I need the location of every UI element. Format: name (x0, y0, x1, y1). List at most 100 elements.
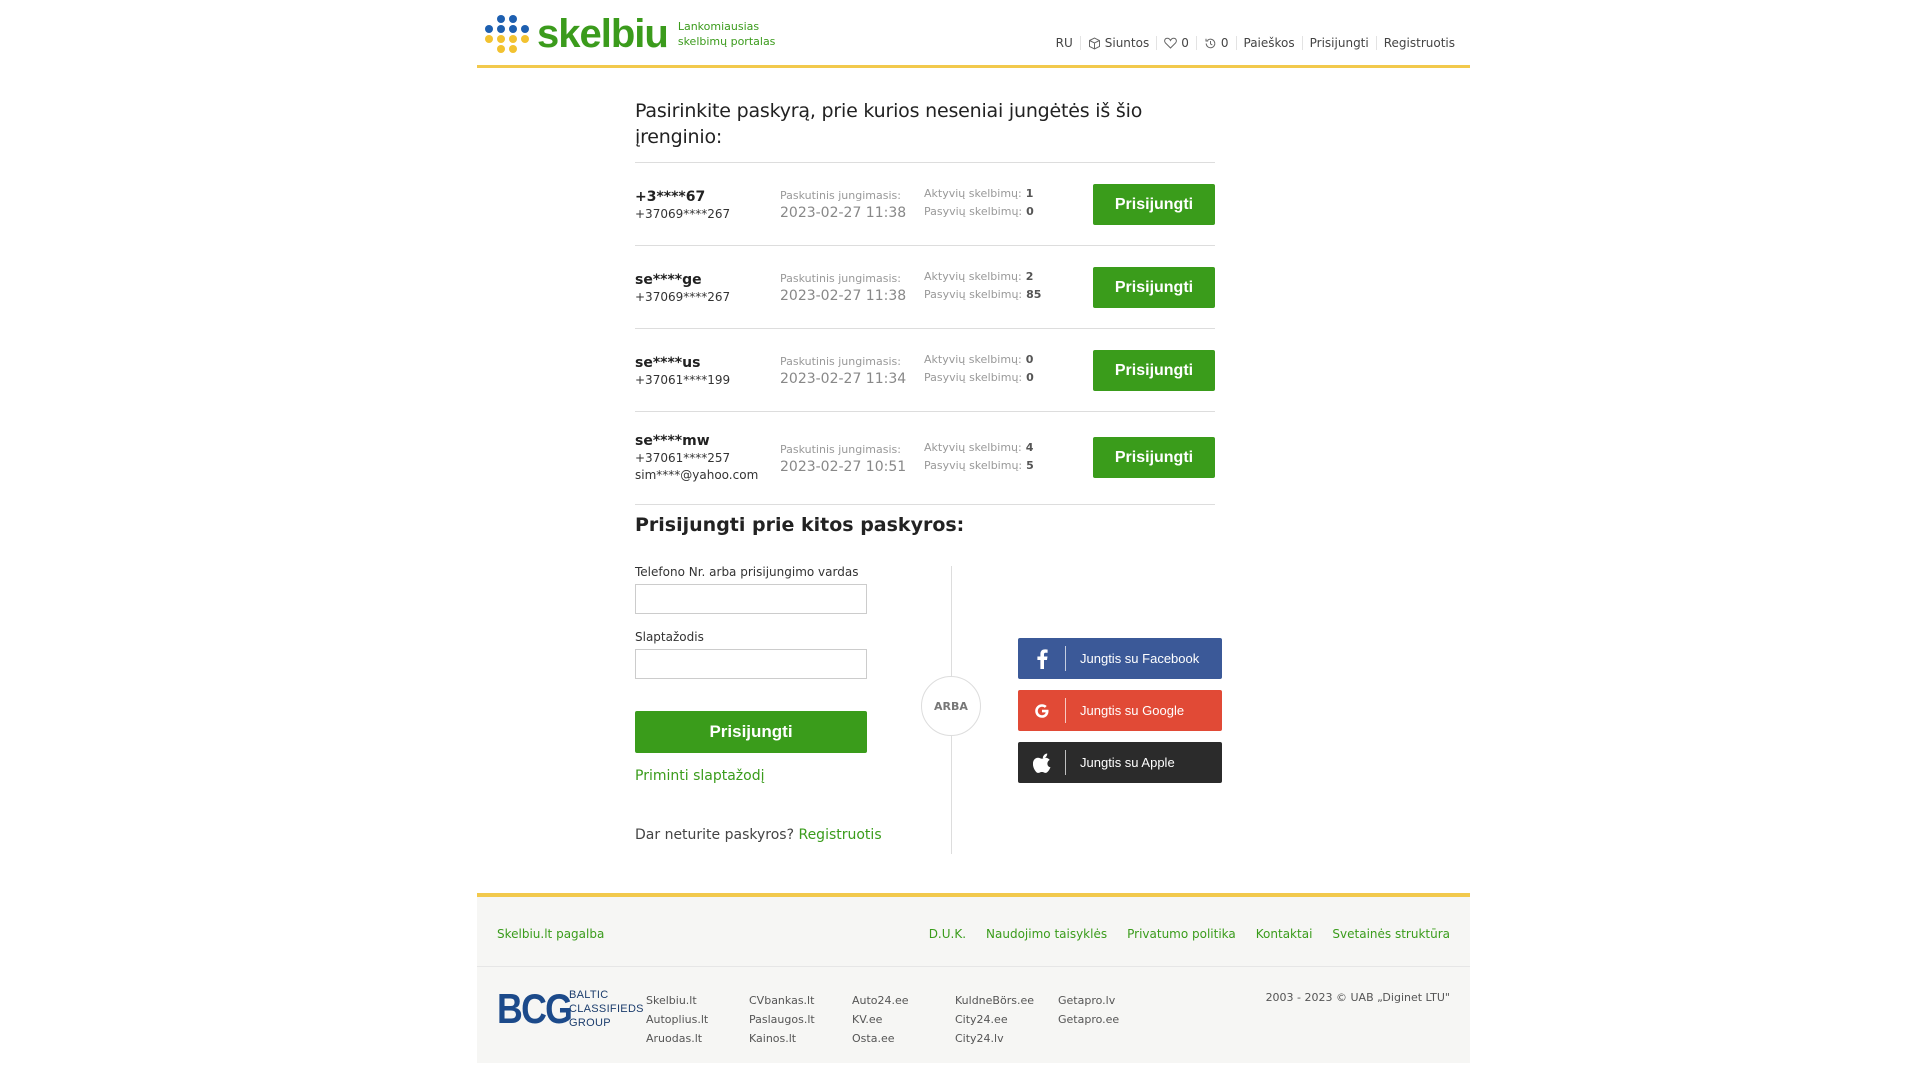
or-badge: ARBA (921, 676, 981, 736)
apple-icon (1018, 742, 1066, 783)
account-email: sim****@yahoo.com (635, 468, 759, 482)
footer-site-link[interactable]: Osta.ee (852, 1029, 909, 1048)
other-login-section: Prisijungti prie kitos paskyros: Telefon… (635, 512, 1435, 854)
account-row: se****mw +37061****257 sim****@yahoo.com… (635, 412, 1215, 505)
footer-sites-column: Getapro.lv Getapro.ee (1058, 991, 1119, 1029)
package-icon (1088, 36, 1100, 50)
register-link[interactable]: Registruotis (798, 827, 881, 843)
recent-accounts-title: Pasirinkite paskyrą, prie kurios nesenia… (635, 100, 1143, 148)
footer-site-link[interactable]: Skelbiu.lt (646, 991, 708, 1010)
apple-login-label: Jungtis su Apple (1080, 755, 1175, 770)
facebook-login-button[interactable]: Jungtis su Facebook (1018, 638, 1222, 679)
account-login-button[interactable]: Prisijungti (1093, 437, 1215, 478)
username-label: Telefono Nr. arba prisijungimo vardas (635, 565, 859, 579)
footer-site-link[interactable]: KuldneBörs.ee (955, 991, 1034, 1010)
active-ads-stat: Aktyvių skelbimų: 4 (924, 441, 1033, 454)
passive-ads-label: Pasyvių skelbimų: (924, 459, 1023, 472)
active-ads-stat: Aktyvių skelbimų: 2 (924, 270, 1033, 283)
footer-site-link[interactable]: Aruodas.lt (646, 1029, 708, 1048)
active-ads-label: Aktyvių skelbimų: (924, 353, 1022, 366)
footer-site-link[interactable]: Getapro.lv (1058, 991, 1119, 1010)
active-ads-count: 0 (1025, 353, 1034, 366)
passive-ads-stat: Pasyvių skelbimų: 0 (924, 205, 1034, 218)
active-ads-stat: Aktyvių skelbimų: 1 (924, 187, 1033, 200)
account-username: se****mw (635, 433, 710, 449)
footer-sites-column: KuldneBörs.ee City24.ee City24.lv (955, 991, 1034, 1048)
footer-link-sitemap[interactable]: Svetainės struktūra (1332, 927, 1450, 941)
footer-site-link[interactable]: City24.lv (955, 1029, 1034, 1048)
account-row: se****us +37061****199 Paskutinis jungim… (635, 329, 1215, 412)
account-phone: +37069****267 (635, 290, 731, 304)
footer-link-faq[interactable]: D.U.K. (929, 927, 966, 941)
account-list: +3****67 +37069****267 Paskutinis jungim… (635, 162, 1215, 505)
last-login-value: 2023-02-27 11:38 (780, 205, 907, 221)
bcg-text-line: BALTIC (569, 989, 609, 1001)
site-header: skelbiu Lankomiausias skelbimų portalas … (477, 0, 1470, 68)
nav-searches[interactable]: Paieškos (1235, 36, 1302, 50)
footer-sites-column: Skelbiu.lt Autoplius.lt Aruodas.lt (646, 991, 708, 1048)
footer-link-terms[interactable]: Naudojimo taisyklės (986, 927, 1107, 941)
passive-ads-stat: Pasyvių skelbimų: 5 (924, 459, 1034, 472)
google-login-button[interactable]: Jungtis su Google (1018, 690, 1222, 731)
active-ads-count: 4 (1025, 441, 1034, 454)
favorites-count: 0 (1181, 36, 1189, 50)
footer-site-link[interactable]: City24.ee (955, 1010, 1034, 1029)
footer-site-link[interactable]: Autoplius.lt (646, 1010, 708, 1029)
footer-site-link[interactable]: CVbankas.lt (749, 991, 815, 1010)
nav-favorites[interactable]: 0 (1156, 36, 1196, 50)
remind-password-link[interactable]: Priminti slaptažodį (635, 768, 764, 784)
last-login-value: 2023-02-27 11:38 (780, 288, 907, 304)
bcg-text-line: GROUP (569, 1017, 611, 1029)
account-login-button[interactable]: Prisijungti (1093, 350, 1215, 391)
logo-wordmark: skelbiu (537, 12, 669, 56)
last-login-label: Paskutinis jungimasis: (780, 355, 901, 368)
history-icon (1205, 38, 1216, 48)
password-label: Slaptažodis (635, 630, 704, 644)
footer-site-link[interactable]: Getapro.ee (1058, 1010, 1119, 1029)
footer-help-link[interactable]: Skelbiu.lt pagalba (497, 927, 604, 941)
footer-site-link[interactable]: Auto24.ee (852, 991, 909, 1010)
active-ads-label: Aktyvių skelbimų: (924, 187, 1022, 200)
footer-sites-column: Auto24.ee KV.ee Osta.ee (852, 991, 909, 1048)
nav-register[interactable]: Registruotis (1375, 36, 1462, 50)
active-ads-label: Aktyvių skelbimų: (924, 441, 1022, 454)
nav-shipments[interactable]: Siuntos (1079, 36, 1156, 50)
bcg-mark: BCG (497, 985, 573, 1032)
history-count: 0 (1220, 36, 1229, 50)
tagline-line: skelbimų portalas (677, 35, 776, 48)
google-icon (1018, 690, 1066, 731)
last-login-value: 2023-02-27 11:34 (780, 371, 907, 387)
login-submit-button[interactable]: Prisijungti (635, 711, 867, 753)
footer-link-privacy[interactable]: Privatumo politika (1127, 927, 1236, 941)
footer-site-link[interactable]: KV.ee (852, 1010, 909, 1029)
footer-site-link[interactable]: Paslaugos.lt (749, 1010, 815, 1029)
no-account-label: Dar neturite paskyros? (635, 827, 795, 843)
footer-link-contacts[interactable]: Kontaktai (1256, 927, 1313, 941)
nav-language[interactable]: RU (1049, 36, 1080, 50)
footer-site-link[interactable]: Kainos.lt (749, 1029, 815, 1048)
no-account-text: Dar neturite paskyros? Registruotis (635, 827, 882, 843)
google-login-label: Jungtis su Google (1080, 703, 1185, 718)
bcg-text: BALTIC CLASSIFIEDS GROUP (569, 988, 644, 1030)
heart-icon (1164, 37, 1178, 49)
passive-ads-count: 0 (1026, 205, 1034, 218)
nav-login[interactable]: Prisijungti (1301, 36, 1376, 50)
footer-sites-column: CVbankas.lt Paslaugos.lt Kainos.lt (749, 991, 815, 1048)
passive-ads-label: Pasyvių skelbimų: (924, 288, 1023, 301)
bcg-logo[interactable]: BCG BALTIC CLASSIFIEDS GROUP (497, 987, 644, 1031)
account-login-button[interactable]: Prisijungti (1093, 184, 1215, 225)
active-ads-label: Aktyvių skelbimų: (924, 270, 1022, 283)
last-login-label: Paskutinis jungimasis: (780, 443, 901, 456)
apple-login-button[interactable]: Jungtis su Apple (1018, 742, 1222, 783)
passive-ads-stat: Pasyvių skelbimų: 0 (924, 371, 1034, 384)
site-footer: Skelbiu.lt pagalba D.U.K. Naudojimo tais… (477, 893, 1470, 1063)
last-login-value: 2023-02-27 10:51 (780, 459, 907, 475)
passive-ads-label: Pasyvių skelbimų: (924, 205, 1023, 218)
account-phone: +37061****199 (635, 373, 731, 387)
nav-history[interactable]: 0 (1195, 36, 1236, 50)
site-logo[interactable]: skelbiu Lankomiausias skelbimų portalas (481, 14, 778, 54)
top-nav: RU Siuntos 0 0 Paieškos Prisijungti Regi… (1049, 36, 1462, 50)
account-login-button[interactable]: Prisijungti (1093, 267, 1215, 308)
username-input[interactable] (635, 584, 867, 614)
password-input[interactable] (635, 649, 867, 679)
